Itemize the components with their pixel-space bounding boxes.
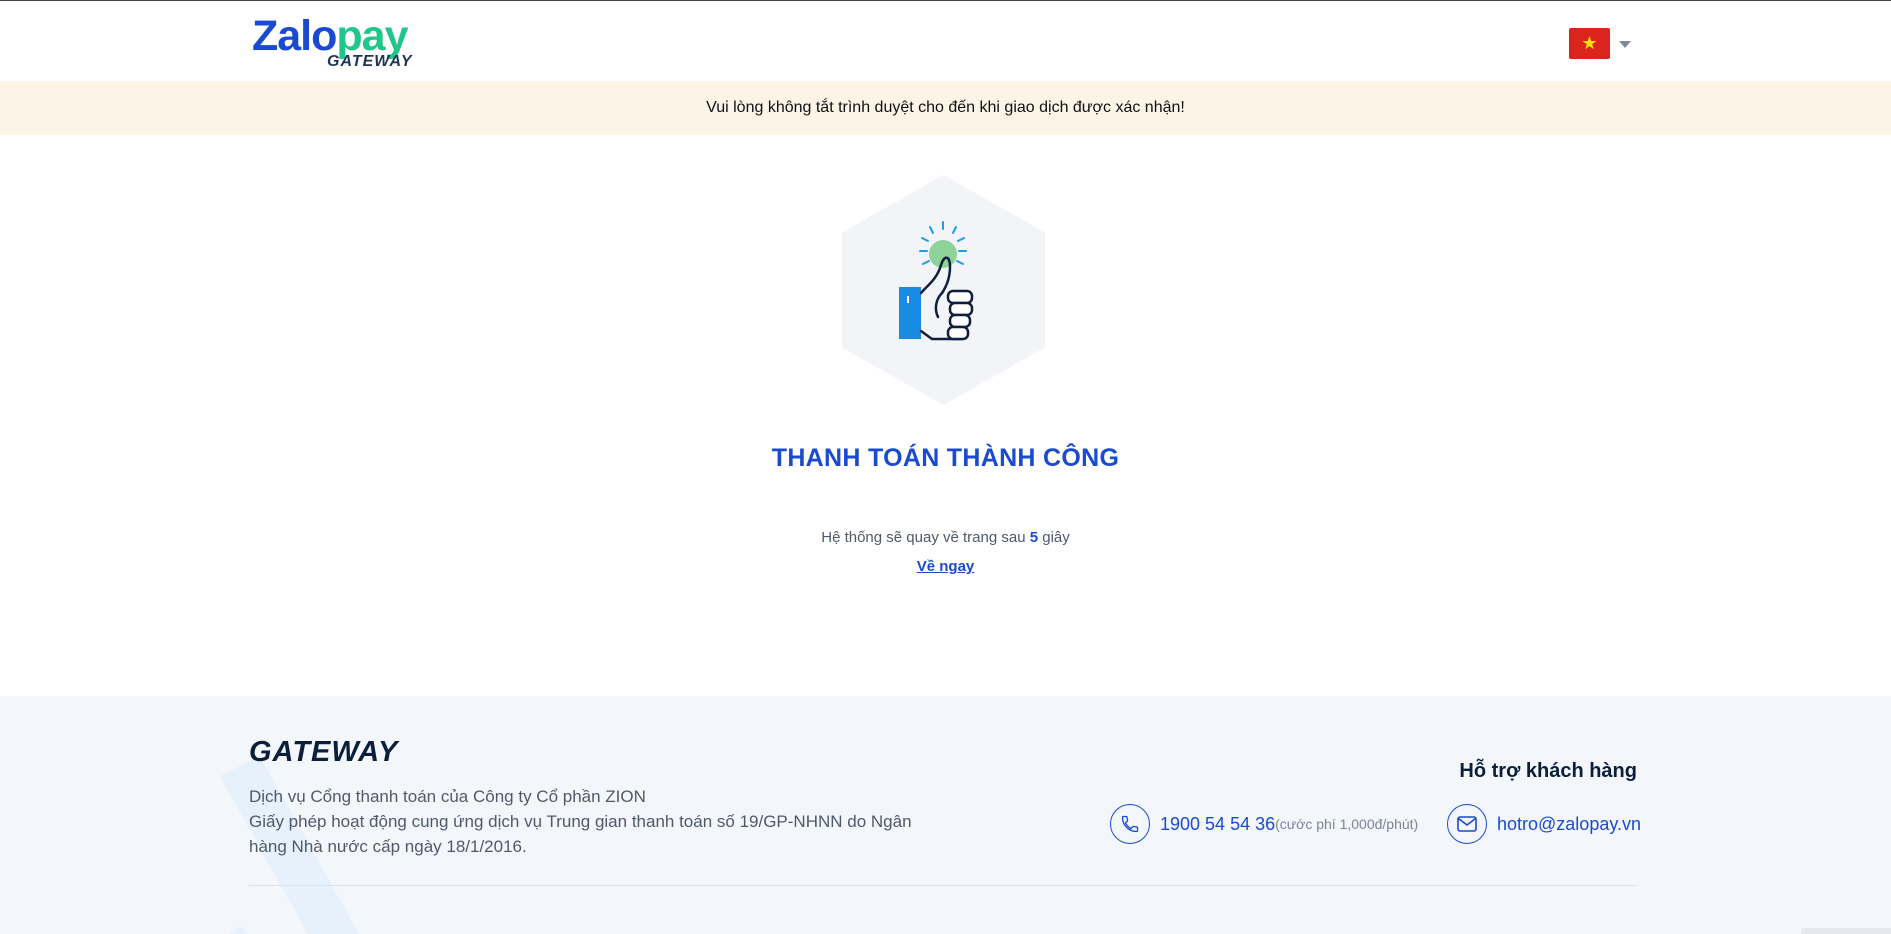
hotline-fee-note: (cước phí 1,000đ/phút) [1275,816,1419,832]
countdown-prefix: Hệ thống sẽ quay về trang sau [821,529,1026,546]
scrollbar-corner [1801,928,1891,934]
zalopay-gateway-logo[interactable]: Zalopay GATEWAY [252,13,422,73]
phone-icon [1110,804,1150,844]
logo-gateway-text: GATEWAY [327,53,413,70]
vietnam-flag-icon: ★ [1569,28,1610,59]
mail-icon [1447,804,1487,844]
footer-divider [249,885,1637,886]
success-illustration [842,175,1045,405]
redirect-countdown: Hệ thống sẽ quay về trang sau 5 giây [0,529,1891,546]
footer-gateway-logo: GATEWAY [249,736,399,768]
footer: GATEWAY Dịch vụ Cổng thanh toán của Công… [0,696,1891,934]
flag-star-icon: ★ [1581,33,1598,53]
top-header: Zalopay GATEWAY ★ [0,0,1891,81]
return-now-link[interactable]: Về ngay [917,558,975,575]
countdown-suffix: giây [1042,529,1070,546]
company-info-text: Dịch vụ Cổng thanh toán của Công ty Cổ p… [249,787,646,806]
chevron-down-icon [1619,41,1631,48]
logo-zalo-text: Zalo [252,12,337,60]
back-link-wrapper: Về ngay [0,558,1891,576]
language-selector[interactable]: ★ [1569,28,1633,60]
support-email[interactable]: hotro@zalopay.vn [1497,814,1641,835]
hotline-number[interactable]: 1900 54 54 36 [1160,814,1275,835]
phone-contact[interactable]: 1900 54 54 36 (cước phí 1,000đ/phút) [1110,804,1418,844]
customer-support-title: Hỗ trợ khách hàng [1459,760,1637,782]
warning-banner: Vui lòng không tắt trình duyệt cho đến k… [0,81,1891,135]
license-info-text: Giấy phép hoạt động cung ứng dịch vụ Tru… [249,812,912,856]
payment-success-title: THANH TOÁN THÀNH CÔNG [771,444,1120,472]
thumbs-up-icon [842,175,1045,405]
email-contact[interactable]: hotro@zalopay.vn [1447,804,1641,844]
countdown-seconds: 5 [1029,529,1039,546]
warning-banner-text: Vui lòng không tắt trình duyệt cho đến k… [706,99,1185,116]
